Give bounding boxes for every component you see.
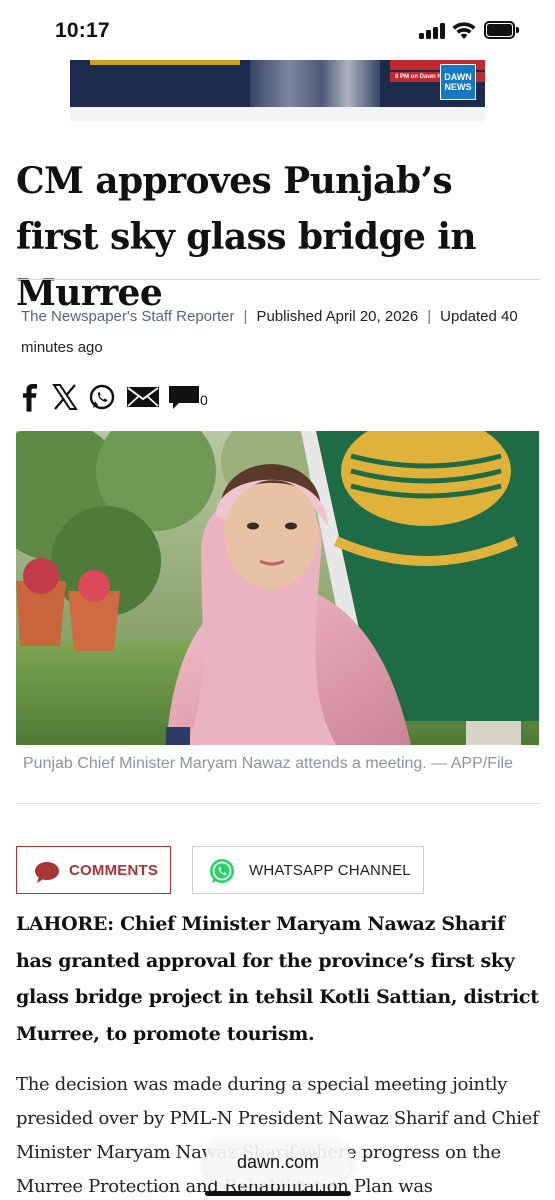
status-bar: 10:17 — [0, 0, 555, 62]
ad-banner[interactable]: 8 PM on Dawn News TV — [70, 60, 485, 107]
divider — [16, 803, 540, 804]
byline-author[interactable]: The Newspaper's Staff Reporter — [21, 308, 235, 325]
article-lead: LAHORE: Chief Minister Maryam Nawaz Shar… — [16, 913, 539, 1045]
divider — [16, 279, 540, 280]
browser-url-bar[interactable]: dawn.com — [205, 1140, 351, 1184]
browser-url: dawn.com — [236, 1152, 320, 1172]
article-headline: CM approves Punjab’s first sky glass bri… — [16, 160, 477, 314]
whatsapp-channel-button[interactable]: WHATSAPP CHANNEL — [192, 846, 424, 894]
article-photo[interactable] — [16, 431, 539, 745]
battery-icon — [484, 21, 520, 39]
whatsapp-icon[interactable] — [88, 382, 116, 412]
photo-illustration — [16, 431, 539, 745]
byline: The Newspaper's Staff Reporter | Published… — [21, 301, 541, 363]
byline-published: Published April 20, 2026 — [256, 308, 419, 325]
ad-image — [250, 60, 380, 107]
email-icon[interactable] — [126, 382, 160, 412]
ad-gold-bar — [90, 60, 240, 65]
wifi-icon — [452, 22, 476, 39]
facebook-icon[interactable] — [20, 382, 40, 412]
byline-separator: | — [427, 308, 432, 325]
comment-count: 0 — [200, 392, 208, 408]
share-row: 0 — [20, 382, 260, 414]
whatsapp-icon — [210, 859, 234, 883]
x-icon[interactable] — [52, 382, 78, 412]
photo-caption: Punjab Chief Minister Maryam Nawaz atten… — [23, 755, 513, 772]
comments-button[interactable]: COMMENTS — [16, 846, 171, 894]
cellular-signal-icon — [419, 23, 445, 39]
comment-bubble-icon — [35, 862, 59, 883]
comments-button-label: COMMENTS — [69, 862, 159, 879]
comment-icon[interactable] — [168, 382, 200, 412]
whatsapp-channel-label: WHATSAPP CHANNEL — [249, 862, 411, 879]
ad-spacer — [70, 107, 485, 121]
home-indicator[interactable] — [205, 1191, 351, 1196]
dawn-news-logo: DAWN NEWS — [440, 64, 476, 100]
byline-separator: | — [243, 308, 248, 325]
status-time: 10:17 — [55, 19, 110, 42]
